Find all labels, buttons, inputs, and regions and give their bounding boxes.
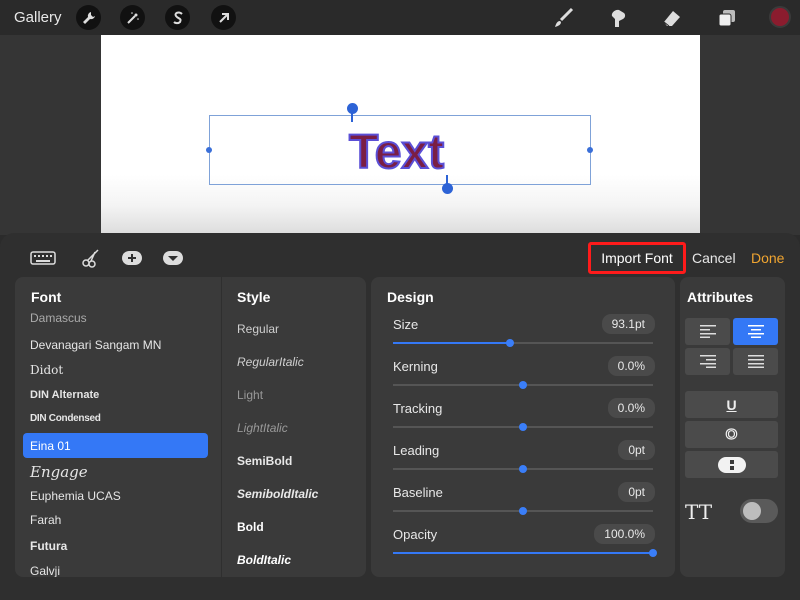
- canvas-text[interactable]: Text: [348, 125, 445, 181]
- kerning-value[interactable]: 0.0%: [607, 356, 655, 376]
- style-item-bold-italic[interactable]: BoldItalic: [237, 553, 291, 567]
- tt-toggle[interactable]: [740, 499, 778, 523]
- leading-label: Leading: [393, 443, 440, 458]
- font-item-galvji[interactable]: Galvji: [30, 564, 60, 577]
- color-swatch[interactable]: [769, 6, 791, 28]
- selection-s-icon[interactable]: [165, 5, 190, 30]
- done-button[interactable]: Done: [751, 250, 784, 266]
- align-right-icon[interactable]: [685, 348, 730, 375]
- kerning-label: Kerning: [393, 359, 438, 374]
- font-item-farah[interactable]: Farah: [30, 513, 61, 527]
- style-item-light-italic[interactable]: LightItalic: [237, 421, 288, 435]
- font-item-eina-01[interactable]: Eina 01: [30, 439, 71, 453]
- style-item-regular[interactable]: Regular: [237, 322, 279, 336]
- text-background-button[interactable]: [685, 451, 778, 478]
- underline-button[interactable]: U: [685, 391, 778, 418]
- tt-toggle-knob: [743, 502, 761, 520]
- size-slider-thumb[interactable]: [506, 339, 514, 347]
- font-list[interactable]: Font Damascus Devanagari Sangam MN Didot…: [15, 277, 221, 577]
- font-item-din-condensed[interactable]: DIN Condensed: [30, 413, 101, 424]
- size-slider-fill: [393, 342, 510, 344]
- layers-icon[interactable]: [714, 5, 740, 31]
- font-item-din-alternate[interactable]: DIN Alternate: [30, 389, 99, 401]
- style-item-regular-italic[interactable]: RegularItalic: [237, 355, 304, 369]
- design-panel: Design Size 93.1pt Kerning 0.0% Tracking…: [371, 277, 675, 577]
- resize-handle-right[interactable]: [587, 147, 593, 153]
- style-header: Style: [237, 289, 271, 305]
- style-list[interactable]: Style Regular RegularItalic Light LightI…: [222, 277, 366, 577]
- wrench-icon[interactable]: [76, 5, 101, 30]
- opacity-slider[interactable]: [393, 549, 657, 557]
- kerning-slider-thumb[interactable]: [519, 381, 527, 389]
- align-left-icon[interactable]: [685, 318, 730, 345]
- style-item-bold[interactable]: Bold: [237, 520, 264, 534]
- size-label: Size: [393, 317, 419, 332]
- attributes-header: Attributes: [687, 289, 754, 305]
- design-header: Design: [387, 289, 434, 305]
- rotate-handle-top[interactable]: [347, 103, 358, 114]
- underline-icon: U: [726, 396, 737, 413]
- eraser-icon[interactable]: [659, 5, 685, 31]
- font-item-engage[interactable]: Engage: [30, 463, 88, 481]
- gallery-button[interactable]: Gallery: [14, 9, 62, 26]
- baseline-value[interactable]: 0pt: [618, 482, 655, 502]
- outline-icon: O: [725, 425, 738, 443]
- style-item-light[interactable]: Light: [237, 388, 263, 402]
- leading-value[interactable]: 0pt: [618, 440, 655, 460]
- tracking-value[interactable]: 0.0%: [607, 398, 655, 418]
- baseline-slider-thumb[interactable]: [519, 507, 527, 515]
- align-center-icon[interactable]: [733, 318, 778, 345]
- style-item-semibold-italic[interactable]: SemiboldItalic: [237, 487, 318, 501]
- top-toolbar: Gallery: [0, 0, 800, 35]
- leading-slider-thumb[interactable]: [519, 465, 527, 473]
- kerning-slider[interactable]: [393, 381, 653, 389]
- add-icon[interactable]: [121, 248, 143, 268]
- tt-label: TT: [685, 500, 713, 524]
- tracking-slider[interactable]: [393, 423, 653, 431]
- tracking-slider-thumb[interactable]: [519, 423, 527, 431]
- resize-handle-left[interactable]: [206, 147, 212, 153]
- size-slider[interactable]: [393, 339, 653, 347]
- style-item-semibold[interactable]: SemiBold: [237, 454, 292, 468]
- font-item-devanagari[interactable]: Devanagari Sangam MN: [30, 338, 161, 352]
- cancel-button[interactable]: Cancel: [692, 250, 736, 266]
- align-justify-icon[interactable]: [733, 348, 778, 375]
- font-item-euphemia[interactable]: Euphemia UCAS: [30, 489, 121, 503]
- brush-icon[interactable]: [551, 5, 577, 31]
- tracking-label: Tracking: [393, 401, 443, 416]
- dropdown-icon[interactable]: [162, 248, 184, 268]
- baseline-slider[interactable]: [393, 507, 653, 515]
- import-font-button[interactable]: Import Font: [588, 242, 686, 274]
- font-item-damascus[interactable]: Damascus: [30, 311, 87, 325]
- baseline-label: Baseline: [393, 485, 443, 500]
- smudge-icon[interactable]: [605, 5, 631, 31]
- outline-button[interactable]: O: [685, 421, 778, 448]
- rotate-handle-bottom[interactable]: [442, 183, 453, 194]
- magic-wand-icon[interactable]: [120, 5, 145, 30]
- opacity-slider-thumb[interactable]: [649, 549, 657, 557]
- keyboard-icon[interactable]: [30, 248, 56, 268]
- size-value[interactable]: 93.1pt: [601, 314, 655, 334]
- opacity-value[interactable]: 100.0%: [594, 524, 655, 544]
- scissors-icon[interactable]: [80, 248, 102, 268]
- opacity-label: Opacity: [393, 527, 438, 542]
- text-background-icon: [717, 456, 746, 473]
- transform-arrow-icon[interactable]: [211, 5, 236, 30]
- font-header: Font: [31, 289, 62, 305]
- leading-slider[interactable]: [393, 465, 653, 473]
- font-item-futura[interactable]: Futura: [30, 539, 67, 553]
- opacity-slider-fill: [393, 552, 653, 554]
- font-item-didot[interactable]: Didot: [30, 363, 63, 377]
